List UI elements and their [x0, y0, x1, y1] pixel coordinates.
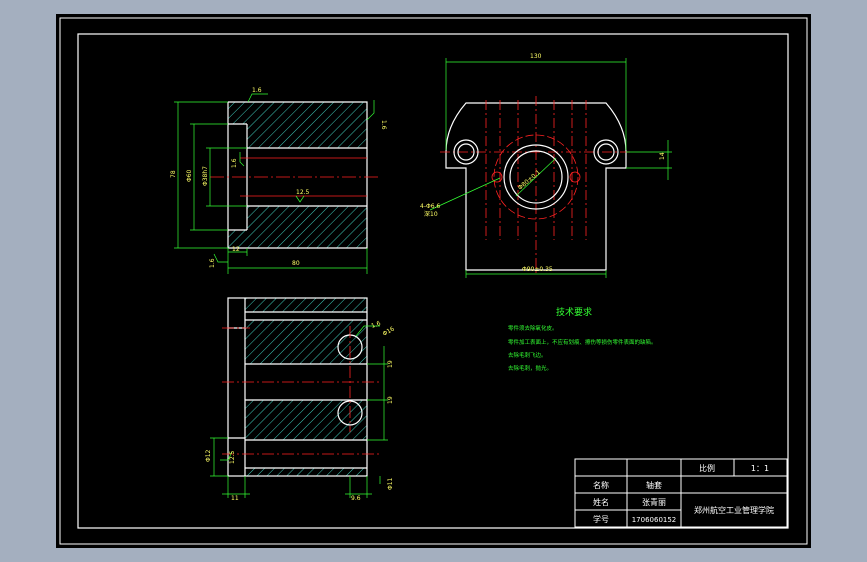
front-left-note: 1.6 — [209, 258, 216, 268]
section-bottom-1: 11 — [231, 495, 239, 502]
top-view-side-height: 14 — [659, 152, 666, 160]
note-line-4: 去除毛刺，抛光。 — [508, 364, 552, 372]
scale-label: 比例 — [699, 463, 715, 473]
author-label: 姓名 — [593, 497, 609, 507]
section-height-2: 19 — [387, 396, 394, 404]
front-height-outer: 78 — [170, 170, 177, 178]
top-view-width: 130 — [530, 53, 542, 60]
school-name: 郑州航空工业管理学院 — [694, 505, 774, 515]
section-ra: 12.5 — [229, 450, 236, 464]
id-label: 学号 — [593, 514, 609, 524]
note-line-1: 零件须去除氧化皮。 — [508, 324, 558, 332]
id-value: 1706060152 — [632, 516, 677, 524]
front-bottom-width: 80 — [292, 260, 300, 267]
name-label: 名称 — [593, 480, 609, 490]
front-bottom-step: 12 — [232, 246, 240, 253]
sheet-background — [56, 14, 811, 548]
author-value: 张青丽 — [642, 497, 666, 507]
section-bottom-2: 9.6 — [351, 495, 361, 502]
section-bottom-3: Φ11 — [387, 477, 394, 490]
top-view-hole-label-2: 深10 — [424, 210, 438, 218]
name-value: 轴套 — [646, 480, 662, 490]
front-top-note: 1.6 — [252, 87, 262, 94]
front-inner-ra: 12.5 — [296, 189, 310, 196]
front-bore-mark: 1.6 — [231, 158, 238, 168]
section-height-1: 19 — [387, 360, 394, 368]
front-right-note: 1.6 — [380, 120, 387, 130]
note-line-2: 零件加工表面上，不应有划痕、擦伤等损伤零件表面的缺陷。 — [508, 338, 657, 346]
scale-value: 1：1 — [751, 464, 769, 473]
note-line-3: 去除毛刺飞边。 — [508, 351, 547, 359]
notes-title: 技术要求 — [556, 306, 592, 318]
section-left-dia: Φ12 — [205, 449, 212, 462]
cad-drawing-canvas: 1.6 1.6 1.6 78 Φ60 Φ38h7 1.6 12.5 80 12 — [56, 14, 811, 548]
top-view-hole-label-1: 4-Φ6.6 — [420, 203, 440, 210]
top-view-bottom-width: Φ90±0.35 — [522, 266, 553, 273]
front-height-inner: Φ38h7 — [202, 166, 209, 186]
front-height-mid: Φ60 — [186, 169, 193, 182]
